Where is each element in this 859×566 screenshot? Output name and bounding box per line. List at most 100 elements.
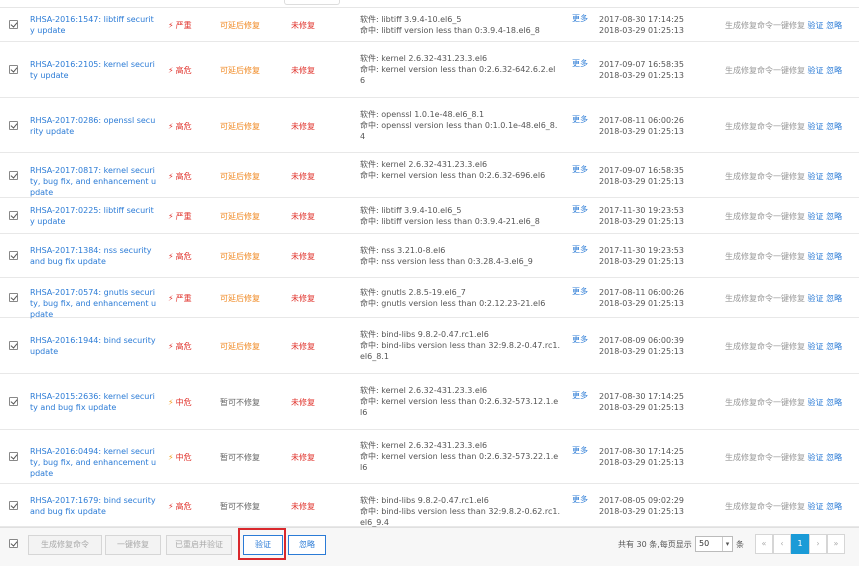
generate-fix-command-link[interactable]: 生成修复命令: [725, 294, 773, 303]
ignore-link[interactable]: 忽略: [826, 398, 842, 407]
one-click-fix-link[interactable]: 一键修复: [773, 453, 805, 462]
one-click-fix-link[interactable]: 一键修复: [773, 398, 805, 407]
bulk-generate-fix-command-button[interactable]: 生成修复命令: [28, 535, 102, 555]
package-detail: 软件: kernel 2.6.32-431.23.3.el6 命中: kernel…: [360, 53, 560, 86]
ignore-link[interactable]: 忽略: [826, 252, 842, 261]
more-link[interactable]: 更多: [572, 390, 588, 401]
row-checkbox[interactable]: [9, 171, 18, 180]
one-click-fix-link[interactable]: 一键修复: [773, 342, 805, 351]
more-link[interactable]: 更多: [572, 286, 588, 297]
generate-fix-command-link[interactable]: 生成修复命令: [725, 66, 773, 75]
row-checkbox[interactable]: [9, 65, 18, 74]
one-click-fix-link[interactable]: 一键修复: [773, 66, 805, 75]
ignore-link[interactable]: 忽略: [826, 172, 842, 181]
more-link[interactable]: 更多: [572, 204, 588, 215]
generate-fix-command-link[interactable]: 生成修复命令: [725, 398, 773, 407]
vuln-name-link[interactable]: RHSA-2016:1944: bind security update: [30, 335, 158, 357]
vuln-name-link[interactable]: RHSA-2017:0225: libtiff security update: [30, 205, 158, 227]
last-page-button[interactable]: »: [827, 534, 845, 554]
more-link[interactable]: 更多: [572, 58, 588, 69]
verify-link[interactable]: 验证: [808, 252, 824, 261]
hit-line: 命中: nss version less than 0:3.28.4-3.el6…: [360, 257, 533, 266]
page-size-unit: 条: [736, 540, 744, 549]
vuln-name-link[interactable]: RHSA-2015:2636: kernel security and bug …: [30, 391, 158, 413]
row-checkbox[interactable]: [9, 452, 18, 461]
row-checkbox[interactable]: [9, 397, 18, 406]
one-click-fix-link[interactable]: 一键修复: [773, 122, 805, 131]
ignore-link[interactable]: 忽略: [826, 122, 842, 131]
ignore-link[interactable]: 忽略: [826, 453, 842, 462]
vuln-name-link[interactable]: RHSA-2017:0574: gnutls security, bug fix…: [30, 287, 158, 320]
row-checkbox[interactable]: [9, 211, 18, 220]
generate-fix-command-link[interactable]: 生成修复命令: [725, 122, 773, 131]
one-click-fix-link[interactable]: 一键修复: [773, 294, 805, 303]
verify-link[interactable]: 验证: [808, 21, 824, 30]
generate-fix-command-link[interactable]: 生成修复命令: [725, 172, 773, 181]
more-link[interactable]: 更多: [572, 445, 588, 456]
generate-fix-command-link[interactable]: 生成修复命令: [725, 212, 773, 221]
verify-link[interactable]: 验证: [808, 212, 824, 221]
next-page-button[interactable]: ›: [809, 534, 827, 554]
vuln-name-link[interactable]: RHSA-2017:1679: bind security and bug fi…: [30, 495, 158, 517]
timestamps: 2017-09-07 16:58:35 2018-03-29 01:25:13: [599, 59, 684, 81]
one-click-fix-link[interactable]: 一键修复: [773, 252, 805, 261]
generate-fix-command-link[interactable]: 生成修复命令: [725, 453, 773, 462]
one-click-fix-link[interactable]: 一键修复: [773, 212, 805, 221]
prev-page-button[interactable]: ‹: [773, 534, 791, 554]
bulk-restart-verify-button[interactable]: 已重启并验证: [166, 535, 232, 555]
row-checkbox[interactable]: [9, 251, 18, 260]
more-link[interactable]: 更多: [572, 244, 588, 255]
row-actions: 生成修复命令一键修复 验证 忽略: [725, 341, 842, 352]
generate-fix-command-link[interactable]: 生成修复命令: [725, 21, 773, 30]
verify-link[interactable]: 验证: [808, 294, 824, 303]
ignore-link[interactable]: 忽略: [826, 502, 842, 511]
package-detail: 软件: openssl 1.0.1e-48.el6_8.1 命中: openssl…: [360, 109, 560, 142]
severity-text: 高危: [175, 342, 192, 351]
one-click-fix-link[interactable]: 一键修复: [773, 21, 805, 30]
more-link[interactable]: 更多: [572, 334, 588, 345]
status-badge: 未修复: [291, 453, 315, 462]
more-link[interactable]: 更多: [572, 13, 588, 24]
verify-link[interactable]: 验证: [808, 66, 824, 75]
more-link[interactable]: 更多: [572, 164, 588, 175]
verify-link[interactable]: 验证: [808, 342, 824, 351]
row-checkbox[interactable]: [9, 20, 18, 29]
vuln-name-link[interactable]: RHSA-2016:1547: libtiff security update: [30, 14, 158, 36]
verify-link[interactable]: 验证: [808, 398, 824, 407]
more-link[interactable]: 更多: [572, 114, 588, 125]
bulk-one-click-fix-button[interactable]: 一键修复: [105, 535, 161, 555]
ignore-link[interactable]: 忽略: [826, 66, 842, 75]
row-checkbox[interactable]: [9, 121, 18, 130]
ignore-link[interactable]: 忽略: [826, 21, 842, 30]
row-checkbox[interactable]: [9, 501, 18, 510]
vuln-name-link[interactable]: RHSA-2017:1384: nss security and bug fix…: [30, 245, 158, 267]
ignore-link[interactable]: 忽略: [826, 212, 842, 221]
severity-label: ⚡ 中危: [168, 397, 192, 408]
verify-link[interactable]: 验证: [808, 172, 824, 181]
first-page-button[interactable]: «: [755, 534, 773, 554]
one-click-fix-link[interactable]: 一键修复: [773, 172, 805, 181]
vuln-name-link[interactable]: RHSA-2016:0494: kernel security, bug fix…: [30, 446, 158, 479]
generate-fix-command-link[interactable]: 生成修复命令: [725, 342, 773, 351]
generate-fix-command-link[interactable]: 生成修复命令: [725, 252, 773, 261]
more-link[interactable]: 更多: [572, 494, 588, 505]
verify-link[interactable]: 验证: [808, 122, 824, 131]
vuln-name-link[interactable]: RHSA-2016:2105: kernel security update: [30, 59, 158, 81]
row-checkbox[interactable]: [9, 341, 18, 350]
last-found-time: 2018-03-29 01:25:13: [599, 71, 684, 80]
row-checkbox[interactable]: [9, 293, 18, 302]
verify-link[interactable]: 验证: [808, 502, 824, 511]
one-click-fix-link[interactable]: 一键修复: [773, 502, 805, 511]
verify-link[interactable]: 验证: [808, 453, 824, 462]
page-1-button[interactable]: 1: [791, 534, 809, 554]
page-size-select[interactable]: 50 ▾: [695, 536, 733, 552]
hit-line: 命中: gnutls version less than 0:2.12.23-2…: [360, 299, 546, 308]
ignore-link[interactable]: 忽略: [826, 342, 842, 351]
vuln-name-link[interactable]: RHSA-2017:0817: kernel security, bug fix…: [30, 165, 158, 198]
select-all-checkbox[interactable]: [9, 539, 18, 548]
ignore-link[interactable]: 忽略: [826, 294, 842, 303]
severity-text: 高危: [175, 122, 192, 131]
vuln-name-link[interactable]: RHSA-2017:0286: openssl security update: [30, 115, 158, 137]
bulk-ignore-button[interactable]: 忽略: [288, 535, 326, 555]
generate-fix-command-link[interactable]: 生成修复命令: [725, 502, 773, 511]
